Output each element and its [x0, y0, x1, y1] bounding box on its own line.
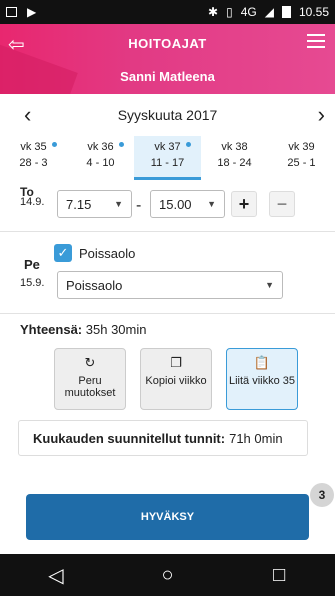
summary-label: Kuukauden suunnitellut tunnit: — [33, 430, 226, 446]
undo-icon: ↻ — [84, 355, 96, 370]
home-circle-icon[interactable]: ○ — [147, 560, 187, 590]
week-tab[interactable]: vk 39 25 - 1 — [268, 136, 335, 180]
android-nav-bar: ◁ ○ □ — [0, 554, 335, 596]
paste-week-button[interactable]: 📋 Liitä viikko 35 — [226, 348, 298, 410]
page-title: HOITOAJAT — [128, 36, 207, 51]
month-selector: ‹ Syyskuuta 2017 › — [0, 100, 335, 130]
play-icon: ▶ — [27, 5, 37, 19]
week-tab[interactable]: vk 38 18 - 24 — [201, 136, 268, 180]
chevron-down-icon: ▼ — [207, 199, 216, 209]
friday-label: Pe — [24, 257, 40, 272]
copy-label: Kopioi viikko — [145, 375, 207, 387]
week-label: vk 37 — [154, 141, 181, 153]
absence-label: Poissaolo — [79, 246, 136, 261]
check-icon: ✓ — [57, 245, 69, 260]
menu-icon[interactable] — [307, 34, 325, 52]
approve-button[interactable]: HYVÄKSY — [26, 494, 309, 540]
start-time-value: 7.15 — [66, 196, 92, 212]
screenshot-icon — [6, 7, 17, 17]
vibrate-icon: ▯ — [226, 5, 233, 19]
add-time-button[interactable]: + — [231, 191, 257, 217]
next-month-icon[interactable]: › — [318, 102, 325, 128]
recents-square-icon[interactable]: □ — [259, 560, 299, 590]
week-label: vk 36 — [87, 141, 114, 153]
week-dot — [52, 142, 57, 147]
week-total: Yhteensä: 35h 30min — [20, 322, 146, 337]
week-label: vk 39 — [288, 141, 315, 153]
week-tab[interactable]: vk 35 28 - 3 — [0, 136, 67, 180]
copy-icon: ❐ — [170, 355, 182, 370]
absence-checkbox[interactable]: ✓ — [54, 244, 72, 262]
status-time: 10.55 — [298, 5, 329, 19]
divider — [0, 313, 335, 314]
week-tabs: vk 35 28 - 3 vk 36 4 - 10 vk 37 11 - 17 … — [0, 136, 335, 180]
week-tab-active[interactable]: vk 37 11 - 17 — [134, 136, 201, 180]
undo-changes-button[interactable]: ↻ Peru muutokset — [54, 348, 126, 410]
summary-value: 71h 0min — [229, 430, 283, 446]
status-bar: ▶ ✱ ▯ 4G ◢ 10.55 — [0, 0, 335, 24]
remove-time-button[interactable]: − — [269, 191, 295, 217]
app-header: ⇦ HOITOAJAT Sanni Matleena — [0, 24, 335, 94]
undo-label: Peru muutokset — [64, 375, 116, 399]
week-tab[interactable]: vk 36 4 - 10 — [67, 136, 134, 180]
time-separator: - — [136, 197, 142, 214]
week-range: 11 - 17 — [150, 157, 185, 169]
week-range: 18 - 24 — [217, 157, 252, 169]
week-range: 25 - 1 — [287, 157, 316, 169]
month-summary: Kuukauden suunnitellut tunnit: 71h 0min — [18, 420, 308, 456]
week-dot — [186, 142, 191, 147]
copy-week-button[interactable]: ❐ Kopioi viikko — [140, 348, 212, 410]
month-label: Syyskuuta 2017 — [117, 107, 218, 123]
child-name: Sanni Matleena — [120, 69, 215, 84]
paste-label: Liitä viikko 35 — [228, 375, 296, 387]
week-range: 28 - 3 — [19, 157, 48, 169]
week-label: vk 38 — [221, 141, 248, 153]
absence-select[interactable]: Poissaolo ▼ — [57, 271, 283, 299]
total-value: 35h 30min — [85, 322, 147, 337]
absence-select-value: Poissaolo — [66, 277, 123, 293]
week-dot — [119, 142, 124, 147]
total-label: Yhteensä: — [20, 322, 83, 337]
start-time-select[interactable]: 7.15 ▼ — [57, 190, 132, 218]
bluetooth-icon: ✱ — [208, 5, 219, 19]
back-triangle-icon[interactable]: ◁ — [36, 560, 76, 590]
week-label: vk 35 — [20, 141, 47, 153]
paste-icon: 📋 — [253, 355, 271, 370]
week-range: 4 - 10 — [86, 157, 115, 169]
chevron-down-icon: ▼ — [265, 280, 274, 290]
pending-count-badge: 3 — [310, 483, 334, 507]
friday-date: 15.9. — [20, 277, 45, 289]
battery-icon — [281, 6, 291, 18]
thursday-date: 14.9. — [20, 196, 45, 208]
end-time-value: 15.00 — [159, 196, 192, 212]
divider — [0, 231, 335, 232]
end-time-select[interactable]: 15.00 ▼ — [150, 190, 225, 218]
signal-icon: ◢ — [264, 5, 274, 19]
network-label: 4G — [240, 5, 257, 19]
prev-month-icon[interactable]: ‹ — [24, 102, 31, 128]
chevron-down-icon: ▼ — [114, 199, 123, 209]
